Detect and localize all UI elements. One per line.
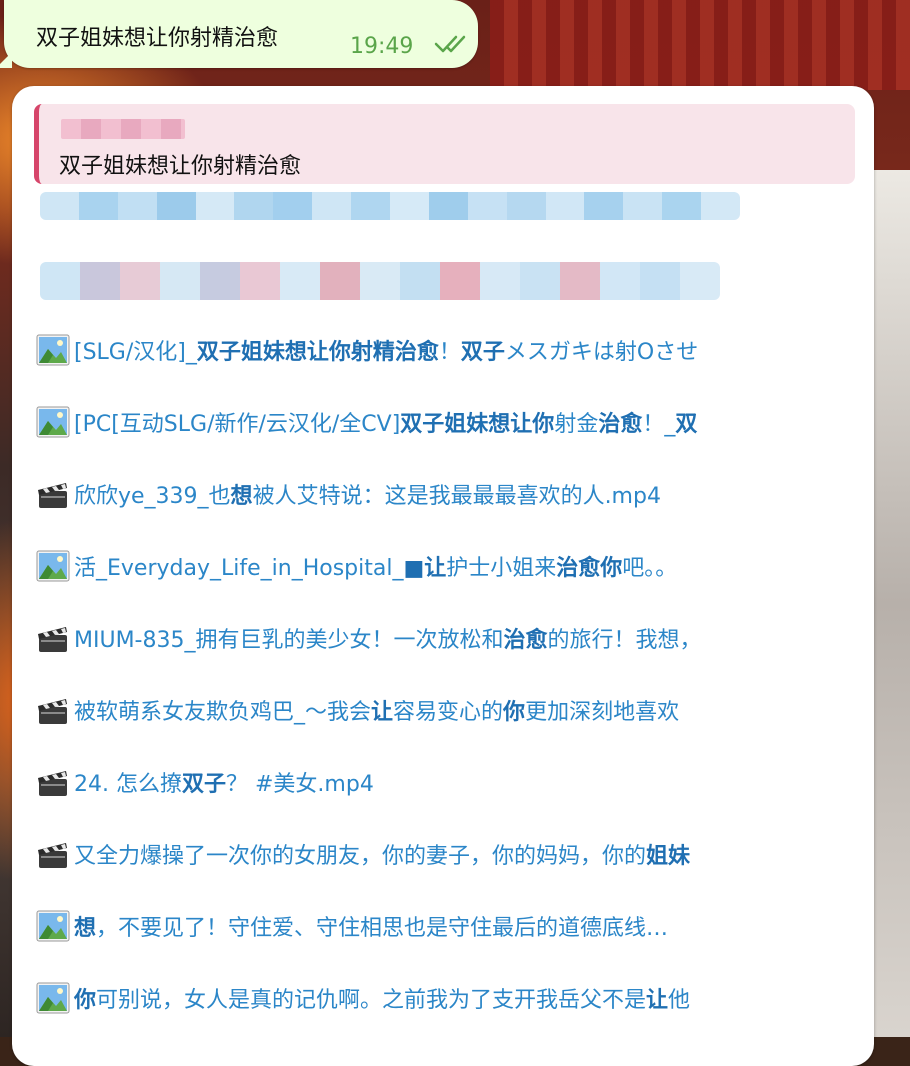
- search-result-link[interactable]: 欣欣ye_339_也想被人艾特说：这是我最最最喜欢的人.mp4: [74, 478, 661, 510]
- search-result-row[interactable]: 你可别说，女人是真的记仇啊。之前我为了支开我岳父不是让他: [36, 980, 690, 1016]
- wallpaper-curtain: [490, 0, 910, 90]
- result-text: ？ #美女.mp4: [226, 772, 374, 797]
- result-highlight: 双子姐妹想让你: [400, 412, 555, 437]
- video-icon: [36, 622, 70, 654]
- result-text: [PC[互动SLG/新作/云汉化/全CV]: [74, 412, 401, 437]
- search-result-row[interactable]: 又全力爆操了一次你的女朋友，你的妻子，你的妈妈，你的姐妹: [36, 836, 690, 872]
- result-highlight: 双子: [181, 772, 226, 797]
- search-result-row[interactable]: 想，不要见了！守住爱、守住相思也是守住最后的道德底线…: [36, 908, 668, 944]
- result-text: [SLG/汉化]_: [74, 340, 197, 365]
- result-highlight: ■让: [403, 556, 447, 581]
- result-text: 他: [668, 988, 691, 1013]
- video-icon: [36, 838, 70, 870]
- video-icon: [36, 694, 70, 726]
- image-icon: [36, 334, 70, 366]
- wallpaper-drape: [870, 170, 910, 1037]
- message-time: 19:49: [350, 34, 414, 59]
- search-result-row[interactable]: [SLG/汉化]_双子姐妹想让你射精治愈！双子メスガキは射Oさせ: [36, 332, 698, 368]
- result-highlight: 治愈: [503, 628, 548, 653]
- search-result-row[interactable]: 被软萌系女友欺负鸡巴_～我会让容易变心的你更加深刻地喜欢: [36, 692, 679, 728]
- result-text: 的旅行！我想，: [547, 628, 702, 653]
- result-highlight: 想: [230, 484, 253, 509]
- result-highlight: 双子姐妹想让你射精治愈: [196, 340, 439, 365]
- result-highlight: 想: [74, 916, 97, 941]
- result-highlight: 你: [74, 988, 97, 1013]
- result-text: 吧。。: [622, 556, 678, 581]
- result-text: 24. 怎么撩: [74, 772, 182, 797]
- result-text: 可别说，女人是真的记仇啊。之前我为了支开我岳父不是: [96, 988, 647, 1013]
- image-icon: [36, 982, 70, 1014]
- search-result-row[interactable]: 欣欣ye_339_也想被人艾特说：这是我最最最喜欢的人.mp4: [36, 476, 661, 512]
- redacted-line-2: [40, 262, 720, 300]
- result-highlight: 姐妹: [646, 844, 691, 869]
- outgoing-message-bubble[interactable]: 双子姐妹想让你射精治愈 19:49: [0, 0, 478, 68]
- search-result-link[interactable]: [PC[互动SLG/新作/云汉化/全CV]双子姐妹想让你射金治愈！_双: [74, 406, 697, 438]
- incoming-message-card[interactable]: 双子姐妹想让你射精治愈 [SLG/汉化]_双子姐妹想让你射精治愈！双子メスガキは…: [12, 86, 874, 1066]
- result-text: 又全力爆操了一次你的女朋友，你的妻子，你的妈妈，你的: [74, 844, 647, 869]
- search-result-link[interactable]: 你可别说，女人是真的记仇啊。之前我为了支开我岳父不是让他: [74, 982, 690, 1014]
- result-text: 射金: [554, 412, 599, 437]
- result-text: 被软萌系女友欺负鸡巴_～我会: [74, 700, 372, 725]
- redacted-line-1: [40, 192, 740, 220]
- result-text: MIUM-835_拥有巨乳的美少女！一次放松和: [74, 628, 504, 653]
- double-check-icon: [434, 35, 466, 53]
- search-result-link[interactable]: 想，不要见了！守住爱、守住相思也是守住最后的道德底线…: [74, 910, 668, 942]
- video-icon: [36, 766, 70, 798]
- result-text: ！: [438, 340, 461, 365]
- result-highlight: 双: [675, 412, 698, 437]
- result-text: 被人艾特说：这是我最最最喜欢的人.mp4: [252, 484, 661, 509]
- search-result-link[interactable]: 被软萌系女友欺负鸡巴_～我会让容易变心的你更加深刻地喜欢: [74, 694, 679, 726]
- reply-quote[interactable]: 双子姐妹想让你射精治愈: [34, 104, 855, 184]
- result-text: 容易变心的: [393, 700, 504, 725]
- search-result-link[interactable]: MIUM-835_拥有巨乳的美少女！一次放松和治愈的旅行！我想，: [74, 622, 702, 654]
- result-text: 护士小姐来: [446, 556, 557, 581]
- search-result-link[interactable]: [SLG/汉化]_双子姐妹想让你射精治愈！双子メスガキは射Oさせ: [74, 334, 698, 366]
- search-result-link[interactable]: 又全力爆操了一次你的女朋友，你的妻子，你的妈妈，你的姐妹: [74, 838, 690, 870]
- image-icon: [36, 550, 70, 582]
- outgoing-message-text: 双子姐妹想让你射精治愈: [36, 26, 279, 51]
- result-text: 欣欣ye_339_也: [74, 484, 231, 509]
- result-highlight: 你: [503, 700, 526, 725]
- search-result-row[interactable]: 24. 怎么撩双子？ #美女.mp4: [36, 764, 374, 800]
- search-result-row[interactable]: MIUM-835_拥有巨乳的美少女！一次放松和治愈的旅行！我想，: [36, 620, 702, 656]
- result-highlight: 让: [646, 988, 669, 1013]
- image-icon: [36, 910, 70, 942]
- image-icon: [36, 406, 70, 438]
- result-text: ！_: [642, 412, 676, 437]
- result-text: メスガキは射Oさせ: [504, 340, 699, 365]
- result-text: 更加深刻地喜欢: [525, 700, 680, 725]
- search-result-link[interactable]: 活_Everyday_Life_in_Hospital_■让护士小姐来治愈你吧。…: [74, 550, 677, 582]
- result-text: ，不要见了！守住爱、守住相思也是守住最后的道德底线…: [96, 916, 669, 941]
- result-text: 活_Everyday_Life_in_Hospital_: [74, 556, 404, 581]
- quote-text: 双子姐妹想让你射精治愈: [59, 154, 302, 179]
- quote-sender-name-redacted: [61, 119, 185, 139]
- result-highlight: 治愈你: [556, 556, 623, 581]
- search-result-row[interactable]: 活_Everyday_Life_in_Hospital_■让护士小姐来治愈你吧。…: [36, 548, 677, 584]
- search-result-row[interactable]: [PC[互动SLG/新作/云汉化/全CV]双子姐妹想让你射金治愈！_双: [36, 404, 697, 440]
- result-highlight: 双子: [460, 340, 505, 365]
- video-icon: [36, 478, 70, 510]
- result-highlight: 治愈: [598, 412, 643, 437]
- search-result-link[interactable]: 24. 怎么撩双子？ #美女.mp4: [74, 766, 374, 798]
- result-highlight: 让: [371, 700, 394, 725]
